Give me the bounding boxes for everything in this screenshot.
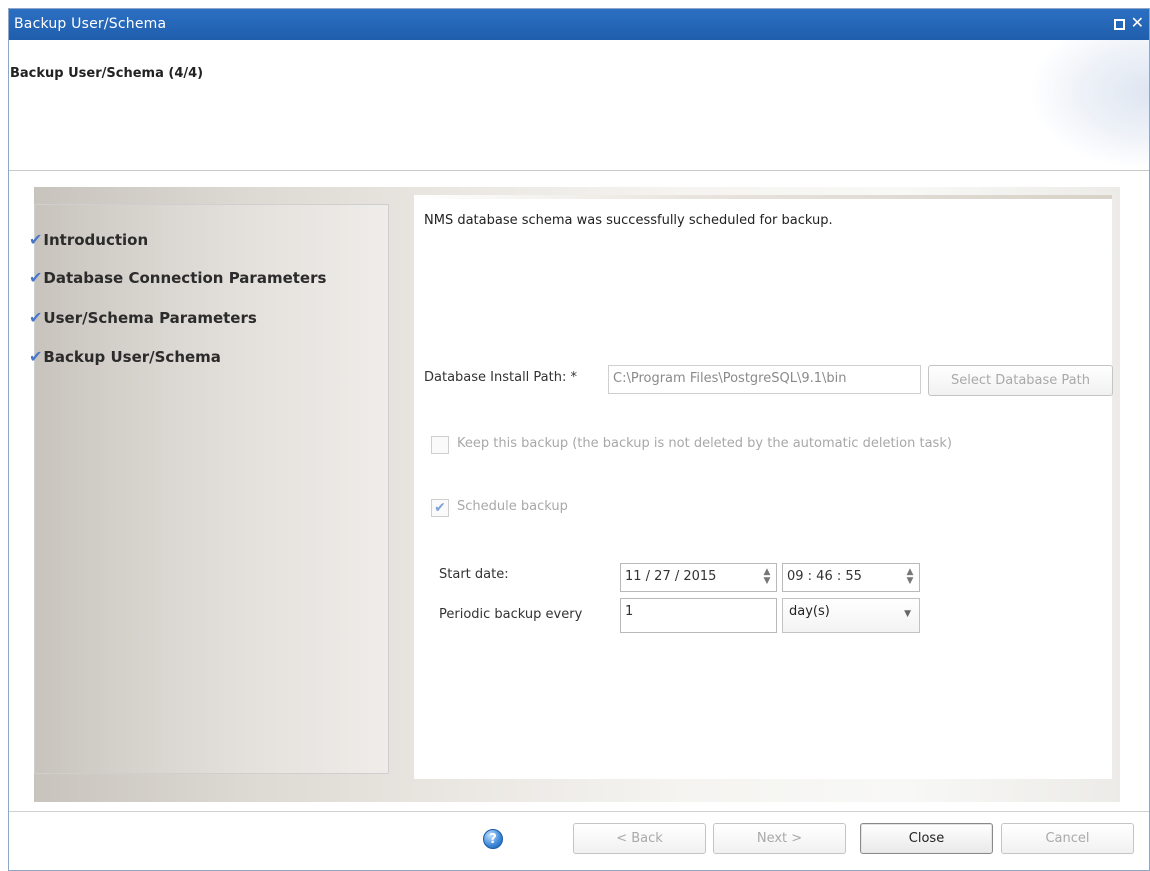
nav-item-backup-user-schema: ✔Backup User/Schema [29,347,221,366]
start-date-value: 11 / 27 / 2015 [625,569,717,584]
header-decoration [1029,40,1149,170]
maximize-icon[interactable] [1114,19,1125,30]
cancel-button[interactable]: Cancel [1001,823,1134,854]
step-title: Backup User/Schema (4/4) [10,66,204,81]
check-icon: ✔ [29,230,43,249]
footer-divider [9,811,1149,812]
nav-item-introduction: ✔Introduction [29,230,148,249]
nav-item-label: Backup User/Schema [43,348,221,366]
install-path-input[interactable]: C:\Program Files\PostgreSQL\9.1\bin [608,365,921,394]
chevron-down-icon[interactable]: ▼ [904,609,911,619]
main-panel [414,199,1112,779]
next-button[interactable]: Next > [713,823,846,854]
backup-dialog: Backup User/Schema ✕ Backup User/Schema … [8,8,1150,871]
start-time-value: 09 : 46 : 55 [787,569,862,584]
start-time-field[interactable]: 09 : 46 : 55 ▲ ▼ [782,563,920,592]
close-icon[interactable]: ✕ [1131,14,1144,32]
keep-backup-checkbox[interactable] [431,436,449,454]
periodic-value-input[interactable]: 1 [620,598,777,633]
periodic-backup-label: Periodic backup every [439,607,583,622]
select-database-path-button[interactable]: Select Database Path [928,365,1113,396]
schedule-backup-label: Schedule backup [457,499,568,514]
check-icon: ✔ [29,268,43,287]
nav-item-label: Introduction [43,231,149,249]
time-spinner-icon[interactable]: ▲ ▼ [905,568,915,586]
nav-item-label: Database Connection Parameters [43,269,327,287]
nav-item-database-connection: ✔Database Connection Parameters [29,268,326,287]
help-icon[interactable]: ? [483,829,503,849]
close-button[interactable]: Close [860,823,993,854]
title-bar[interactable]: Backup User/Schema ✕ [9,9,1149,40]
check-icon: ✔ [29,347,43,366]
status-message: NMS database schema was successfully sch… [424,213,833,228]
wizard-steps-panel [34,204,389,774]
header-divider [9,170,1149,171]
start-date-field[interactable]: 11 / 27 / 2015 ▲ ▼ [620,563,777,592]
wizard-header: Backup User/Schema (4/4) [9,40,1149,170]
schedule-backup-checkbox[interactable]: ✔ [431,499,449,517]
periodic-unit-select[interactable]: day(s) ▼ [782,598,920,633]
keep-backup-label: Keep this backup (the backup is not dele… [457,436,952,451]
check-icon: ✔ [29,308,43,327]
nav-item-label: User/Schema Parameters [43,309,257,327]
date-spinner-icon[interactable]: ▲ ▼ [762,568,772,586]
back-button[interactable]: < Back [573,823,706,854]
periodic-unit-value: day(s) [789,604,830,619]
start-date-label: Start date: [439,567,509,582]
install-path-label: Database Install Path: * [424,370,577,385]
nav-item-user-schema-parameters: ✔User/Schema Parameters [29,308,257,327]
window-title: Backup User/Schema [14,16,167,32]
